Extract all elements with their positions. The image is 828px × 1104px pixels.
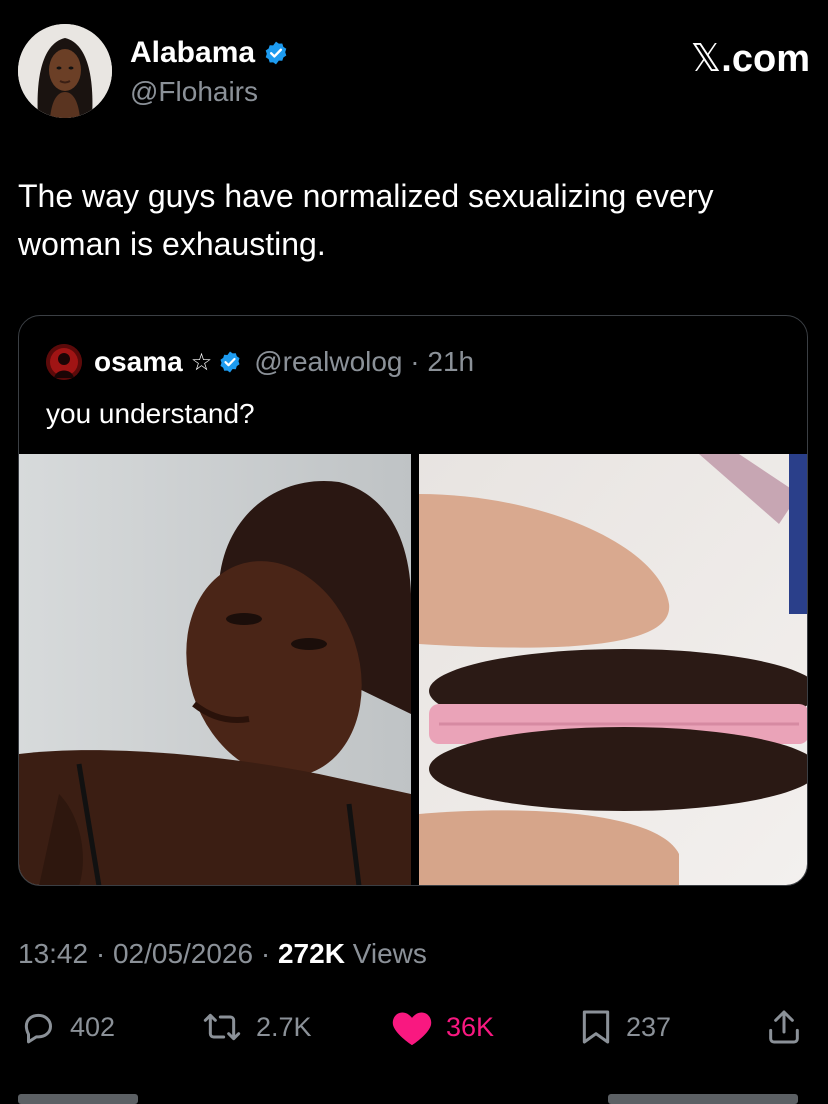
author-avatar[interactable] — [18, 24, 112, 118]
verified-badge-icon — [220, 351, 240, 373]
bookmark-icon — [582, 1010, 610, 1044]
reply-button[interactable]: 402 — [18, 1004, 115, 1050]
bookmark-count: 237 — [626, 1011, 672, 1042]
author-display-name[interactable]: Alabama — [130, 36, 255, 70]
tweet-text: The way guys have normalized sexualizing… — [18, 178, 714, 262]
quoted-author-name[interactable]: osama — [94, 346, 183, 378]
x-logo-icon: 𝕏 — [690, 36, 722, 80]
quoted-tweet[interactable]: osama ☆ @realwolog · 21h you understand? — [18, 315, 808, 886]
repost-icon — [203, 1013, 241, 1041]
like-button[interactable]: 36K — [390, 1004, 494, 1050]
tweet-header: Alabama @Flohairs 𝕏.com — [18, 24, 810, 120]
views-count: 272K — [277, 938, 345, 969]
pink-cream-cookie-photo[interactable] — [419, 454, 808, 886]
reply-icon — [24, 1013, 52, 1044]
reply-count: 402 — [70, 1011, 116, 1042]
like-count: 36K — [446, 1011, 495, 1042]
share-icon — [769, 1010, 799, 1044]
x-com-logo: 𝕏.com — [691, 36, 810, 81]
views-label: Views — [344, 938, 427, 969]
author-handle[interactable]: @Flohairs — [130, 76, 258, 108]
cropped-text-right — [608, 1094, 798, 1104]
portrait-photo[interactable] — [19, 454, 412, 886]
quoted-author-handle[interactable]: @realwolog · 21h — [254, 346, 474, 378]
share-button[interactable] — [764, 1004, 804, 1050]
tweet-timestamp[interactable]: 13:42 · 02/05/2026 · — [18, 938, 278, 969]
verified-badge-icon — [265, 41, 287, 65]
cropped-text-left — [18, 1094, 138, 1104]
quoted-tweet-text: you understand? — [46, 398, 255, 429]
star-icon: ☆ — [190, 348, 213, 376]
repost-button[interactable]: 2.7K — [200, 1004, 312, 1050]
quoted-media[interactable] — [19, 454, 808, 886]
heart-icon — [392, 1012, 432, 1046]
tweet-meta: 13:42 · 02/05/2026 · 272K Views — [18, 938, 427, 970]
cropped-footer-row — [18, 1094, 808, 1104]
x-logo-suffix: .com — [721, 38, 810, 80]
tweet-actions: 402 2.7K 36K 237 — [18, 1004, 808, 1050]
bookmark-button[interactable]: 237 — [578, 1004, 671, 1050]
repost-count: 2.7K — [256, 1011, 312, 1042]
quoted-author-avatar[interactable] — [46, 344, 82, 380]
